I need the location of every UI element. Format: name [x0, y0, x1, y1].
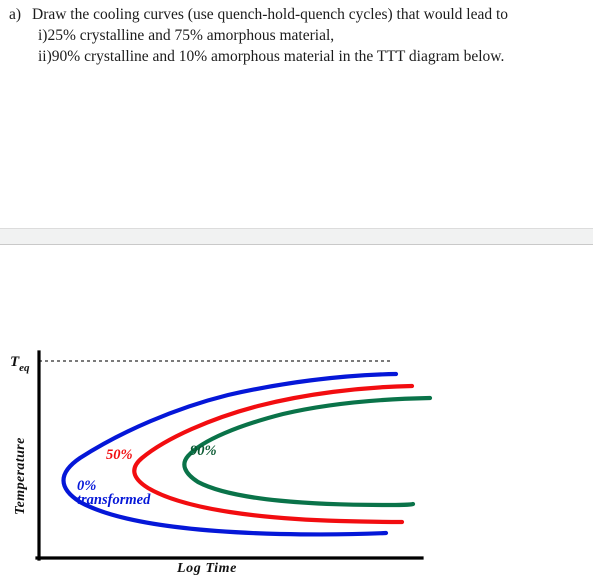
question-marker-ii: ii) [38, 48, 52, 65]
x-axis-label: Log Time [176, 561, 237, 576]
question-line-i: i)25% crystalline and 75% amorphous mate… [0, 25, 593, 46]
question-text-ii: 90% crystalline and 10% amorphous materi… [51, 48, 505, 65]
curve-label-90-percent: 90% [190, 443, 217, 459]
question-line-a: a) Draw the cooling curves (use quench-ho… [0, 4, 593, 25]
curve-label-50-percent: 50% [106, 447, 133, 463]
curve-label-0-percent-transformed: transformed [77, 492, 151, 508]
y-axis-label: Temperature [13, 437, 28, 515]
question-line-ii: ii)90% crystalline and 10% amorphous mat… [0, 46, 593, 67]
question-block: a) Draw the cooling curves (use quench-ho… [0, 0, 593, 67]
section-separator [0, 228, 593, 245]
question-text-i: 25% crystalline and 75% amorphous materi… [47, 27, 335, 44]
ttt-diagram-svg: Teq Temperature Log Time 50% 90% 0% tran… [10, 350, 433, 576]
ttt-diagram: Teq Temperature Log Time 50% 90% 0% tran… [0, 340, 593, 586]
teq-label: Teq [10, 354, 30, 374]
question-text-a: Draw the cooling curves (use quench-hold… [32, 6, 509, 23]
curve-90-percent [182, 395, 433, 508]
teq-label-subscript: eq [19, 362, 30, 374]
question-marker-a: a) [9, 6, 22, 23]
